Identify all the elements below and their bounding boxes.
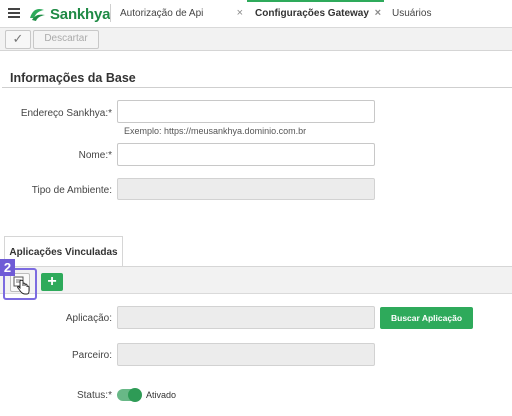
nome-label: Nome:* (78, 150, 112, 161)
status-value: Ativado (146, 390, 177, 400)
section-divider (2, 87, 512, 88)
tab-label: Autorização de Api (120, 8, 204, 19)
top-bar: Sankhya Autorização de Api × Configuraçõ… (0, 0, 512, 28)
close-icon[interactable]: × (375, 2, 381, 25)
step-badge: 2 (0, 259, 15, 276)
parceiro-label: Parceiro: (71, 350, 112, 361)
tab-usuarios[interactable]: Usuários (384, 0, 512, 27)
discard-button[interactable]: Descartar (33, 30, 99, 49)
tipo-ambiente-label: Tipo de Ambiente: (31, 185, 112, 196)
form-toolbar: ✓ Descartar (0, 28, 512, 51)
tab-label: Configurações Gateway (255, 8, 369, 19)
toggle-knob (128, 388, 142, 402)
header-divider (110, 4, 111, 22)
aplicacao-label: Aplicação: (65, 313, 112, 324)
endereco-hint: Exemplo: https://meusankhya.dominio.com.… (124, 126, 307, 136)
required-mark: * (108, 108, 112, 119)
status-toggle[interactable] (117, 388, 142, 402)
apps-toolbar (0, 267, 512, 294)
close-icon[interactable]: × (237, 0, 243, 27)
required-mark: * (108, 150, 112, 161)
buscar-aplicacao-button[interactable]: Buscar Aplicação (380, 307, 473, 329)
parceiro-field[interactable] (117, 343, 375, 366)
brand-name: Sankhya (50, 5, 111, 23)
section-title: Informações da Base (10, 71, 136, 85)
tab-autorizacao-api[interactable]: Autorização de Api × (112, 0, 246, 27)
brand-logo: Sankhya (27, 4, 111, 24)
sankhya-logo-icon (30, 8, 45, 21)
tipo-ambiente-field[interactable] (117, 178, 375, 200)
check-icon: ✓ (12, 31, 24, 46)
tab-label: Usuários (392, 8, 432, 19)
aplicacao-input[interactable] (117, 306, 375, 329)
status-label: Status:* (76, 390, 112, 401)
confirm-button[interactable]: ✓ (5, 30, 31, 49)
hamburger-menu-icon[interactable] (8, 8, 20, 18)
tab-configuracoes-gateway[interactable]: Configurações Gateway × (247, 0, 384, 27)
endereco-sankhya-input[interactable] (117, 100, 375, 123)
nome-input[interactable] (117, 143, 375, 166)
tab-aplicacoes-vinculadas[interactable]: Aplicações Vinculadas (4, 236, 123, 267)
required-mark: * (108, 390, 112, 401)
plus-icon: + (47, 273, 57, 290)
add-button[interactable]: + (41, 273, 63, 291)
endereco-label: Endereço Sankhya:* (20, 108, 112, 119)
